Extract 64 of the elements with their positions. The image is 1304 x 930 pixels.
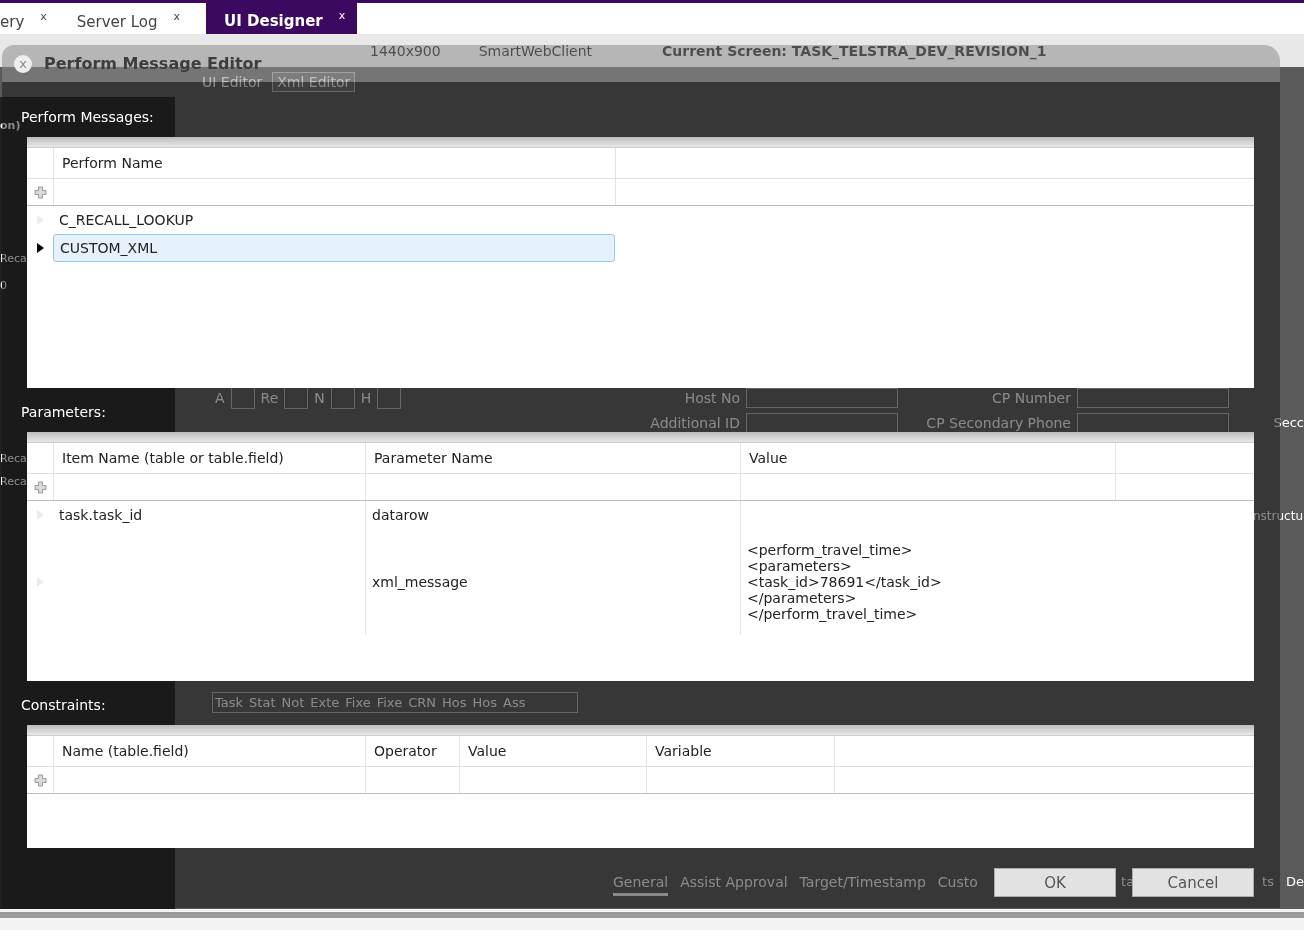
- section-label: Parameters:: [21, 403, 106, 422]
- column-header[interactable]: Name (table.field): [53, 736, 365, 766]
- add-row-icon[interactable]: [33, 480, 47, 494]
- panel-text: Reca: [0, 452, 27, 465]
- toolbar-dropdown[interactable]: 1440x900: [370, 42, 441, 59]
- section-tab[interactable]: Assist Approval: [680, 874, 788, 896]
- field-label: CP Secondary Phone: [925, 414, 1071, 431]
- close-icon[interactable]: x: [40, 10, 47, 23]
- current-screen-label: Current Screen: TASK_TELSTRA_DEV_REVISION_1: [662, 42, 1047, 59]
- field-label: H: [360, 389, 372, 406]
- section-label: Constraints:: [21, 696, 106, 715]
- column-header: Fixe: [345, 695, 371, 710]
- panel-text: Reca: [0, 252, 27, 265]
- dialog-button[interactable]: OK: [994, 868, 1116, 897]
- column-header[interactable]: Operator: [365, 736, 459, 766]
- field-label: A: [215, 389, 225, 406]
- column-header[interactable]: Item Name (table or table.field): [53, 443, 365, 473]
- column-header[interactable]: Perform Name: [53, 148, 615, 178]
- column-header: Stat: [249, 695, 276, 710]
- column-header[interactable]: Value: [740, 443, 1115, 473]
- column-header: Hos: [442, 695, 467, 710]
- input-field[interactable]: [1077, 387, 1229, 408]
- column-header: Ass: [503, 695, 526, 710]
- dialog-button[interactable]: Cancel: [1132, 868, 1254, 897]
- column-header[interactable]: Variable: [646, 736, 834, 766]
- document-tab[interactable]: Server Log x: [68, 3, 193, 34]
- selected-row[interactable]: CUSTOM_XML: [53, 234, 615, 262]
- document-tab[interactable]: UI Designer x: [206, 3, 358, 34]
- field-label: Secc: [1273, 415, 1304, 430]
- column-header: Fixe: [376, 695, 403, 710]
- column-header: Hos: [472, 695, 498, 710]
- add-row-icon[interactable]: [33, 185, 47, 199]
- field-label: N: [314, 389, 325, 406]
- table-cell[interactable]: <perform_travel_time> <parameters> <task_id>78691</task_id> </parameters> </perform_travel_time>: [747, 542, 942, 622]
- column-header[interactable]: Value: [459, 736, 646, 766]
- add-row-icon[interactable]: [33, 773, 47, 787]
- field-label: CP Number: [991, 389, 1071, 406]
- panel-text: Reca: [0, 475, 27, 488]
- table-cell[interactable]: datarow: [372, 507, 429, 523]
- column-header[interactable]: Parameter Name: [365, 443, 740, 473]
- column-header: Not: [281, 695, 305, 710]
- close-icon[interactable]: x: [173, 10, 181, 23]
- table-cell[interactable]: C_RECALL_LOOKUP: [59, 212, 194, 228]
- panel-text: 0: [0, 279, 7, 292]
- section-label: Perform Messages:: [21, 108, 154, 127]
- section-tab[interactable]: De: [1286, 874, 1304, 896]
- column-header: Task: [215, 695, 244, 710]
- field-label: Re: [260, 389, 279, 406]
- field-label: Additional ID: [649, 414, 740, 431]
- section-tab[interactable]: ts: [1262, 874, 1274, 896]
- field-label: Host No: [683, 389, 740, 406]
- document-tab[interactable]: ery x: [0, 3, 59, 34]
- panel-text: on): [0, 119, 21, 132]
- column-header: CRN: [408, 695, 436, 710]
- section-tab[interactable]: General: [613, 874, 669, 896]
- field-label: nstructu: [1253, 509, 1303, 525]
- table-cell[interactable]: task.task_id: [59, 507, 143, 523]
- column-header: Exte: [310, 695, 340, 710]
- close-icon[interactable]: x: [338, 9, 346, 22]
- input-field[interactable]: [746, 387, 898, 408]
- toolbar-dropdown[interactable]: SmartWebClient: [478, 42, 593, 59]
- table-cell[interactable]: xml_message: [372, 574, 468, 590]
- table-cell[interactable]: CUSTOM_XML: [60, 240, 158, 256]
- dialog-title: Perform Message Editor: [44, 54, 262, 73]
